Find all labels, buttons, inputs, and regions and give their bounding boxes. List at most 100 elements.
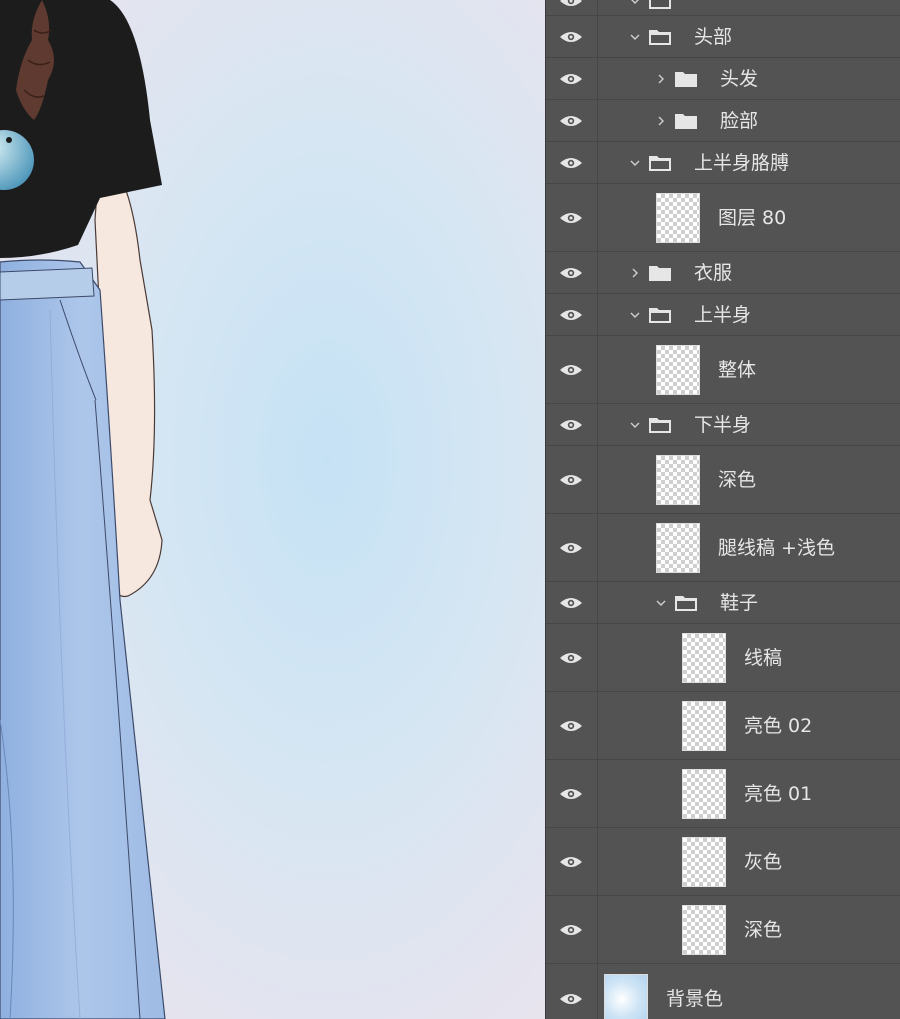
layer-thumbnail [656, 455, 700, 505]
visibility-toggle[interactable] [546, 896, 598, 963]
layer-row-lower-body[interactable]: 下半身 [546, 404, 900, 446]
visibility-toggle[interactable] [546, 692, 598, 759]
layer-row-upper-arm[interactable]: 上半身胳膊 [546, 142, 900, 184]
layer-name: 整体 [718, 359, 757, 381]
visibility-eye-icon[interactable] [559, 418, 583, 432]
layer-row-whole[interactable]: 整体 [546, 336, 900, 404]
layer-row-light02[interactable]: 亮色 02 [546, 692, 900, 760]
chevron-down-icon[interactable] [630, 420, 640, 430]
chevron-down-icon[interactable] [630, 0, 640, 6]
folder-open-icon [649, 0, 671, 9]
visibility-toggle[interactable] [546, 336, 598, 403]
visibility-toggle[interactable] [546, 294, 598, 335]
visibility-toggle[interactable] [546, 58, 598, 99]
canvas-artwork[interactable] [0, 0, 545, 1019]
layer-name: 背景色 [666, 988, 724, 1010]
layer-thumbnail [682, 633, 726, 683]
visibility-eye-icon[interactable] [559, 266, 583, 280]
layer-name: 图层 80 [718, 207, 787, 229]
visibility-toggle[interactable] [546, 446, 598, 513]
visibility-toggle[interactable] [546, 404, 598, 445]
visibility-eye-icon[interactable] [559, 72, 583, 86]
layer-row-hair[interactable]: 头发 [546, 58, 900, 100]
visibility-toggle[interactable] [546, 582, 598, 623]
layer-row-line[interactable]: 线稿 [546, 624, 900, 692]
visibility-eye-icon[interactable] [559, 156, 583, 170]
layer-row-light01[interactable]: 亮色 01 [546, 760, 900, 828]
visibility-toggle[interactable] [546, 964, 598, 1019]
chevron-down-icon[interactable] [630, 32, 640, 42]
chevron-right-icon[interactable] [656, 116, 666, 126]
folder-open-icon [649, 418, 671, 433]
folder-open-icon [649, 308, 671, 323]
visibility-eye-icon[interactable] [559, 30, 583, 44]
visibility-eye-icon[interactable] [559, 719, 583, 733]
visibility-eye-icon[interactable] [559, 992, 583, 1006]
layer-name: 上半身胳膊 [694, 152, 790, 174]
visibility-eye-icon[interactable] [559, 308, 583, 322]
layer-name: 腿线稿 +浅色 [718, 537, 835, 559]
visibility-eye-icon[interactable] [559, 855, 583, 869]
layer-row-clothes[interactable]: 衣服 [546, 252, 900, 294]
layer-thumbnail [682, 837, 726, 887]
layer-thumbnail [682, 769, 726, 819]
chevron-right-icon[interactable] [656, 74, 666, 84]
folder-open-icon [675, 596, 697, 611]
layer-name: 下半身 [694, 414, 752, 436]
visibility-eye-icon[interactable] [559, 923, 583, 937]
visibility-toggle[interactable] [546, 828, 598, 895]
folder-icon [649, 266, 671, 281]
layer-row-dark[interactable]: 深色 [546, 446, 900, 514]
visibility-eye-icon[interactable] [559, 211, 583, 225]
visibility-toggle[interactable] [546, 184, 598, 251]
visibility-toggle[interactable] [546, 16, 598, 57]
layers-panel: 头部 头发 脸部 上半身胳膊 图层 80 衣服 上半身 整体 下半身 深色 腿线稿 +浅色 鞋子 线稿亮… [545, 0, 900, 1019]
visibility-toggle[interactable] [546, 100, 598, 141]
layer-thumbnail [656, 523, 700, 573]
visibility-eye-icon[interactable] [559, 114, 583, 128]
layer-row-face[interactable]: 脸部 [546, 100, 900, 142]
layer-thumbnail [682, 905, 726, 955]
layer-row-layer80[interactable]: 图层 80 [546, 184, 900, 252]
chevron-right-icon[interactable] [630, 268, 640, 278]
layer-row-leg-line[interactable]: 腿线稿 +浅色 [546, 514, 900, 582]
visibility-toggle[interactable] [546, 252, 598, 293]
folder-icon [675, 72, 697, 87]
layer-row-head[interactable]: 头部 [546, 16, 900, 58]
layer-name: 亮色 01 [744, 783, 813, 805]
chevron-down-icon[interactable] [630, 310, 640, 320]
layer-name: 线稿 [744, 647, 783, 669]
layer-row-dark2[interactable]: 深色 [546, 896, 900, 964]
layer-row-upper-body[interactable]: 上半身 [546, 294, 900, 336]
layer-thumbnail [682, 701, 726, 751]
visibility-eye-icon[interactable] [559, 596, 583, 610]
folder-icon [675, 114, 697, 129]
visibility-toggle[interactable] [546, 142, 598, 183]
layer-name: 上半身 [694, 304, 752, 326]
visibility-eye-icon[interactable] [559, 541, 583, 555]
layer-thumbnail [656, 345, 700, 395]
visibility-toggle[interactable] [546, 514, 598, 581]
visibility-eye-icon[interactable] [559, 651, 583, 665]
visibility-eye-icon[interactable] [559, 363, 583, 377]
visibility-toggle[interactable] [546, 760, 598, 827]
layer-row-bgcolor[interactable]: 背景色 [546, 964, 900, 1019]
visibility-eye-icon[interactable] [559, 0, 583, 8]
visibility-eye-icon[interactable] [559, 787, 583, 801]
layer-name: 头部 [694, 26, 733, 48]
layer-row-shoes[interactable]: 鞋子 [546, 582, 900, 624]
layer-row-top-group[interactable] [546, 0, 900, 16]
illustration-figure [0, 0, 166, 1019]
layer-thumbnail [604, 974, 648, 1019]
visibility-eye-icon[interactable] [559, 473, 583, 487]
chevron-down-icon[interactable] [630, 158, 640, 168]
layer-name: 深色 [744, 919, 783, 941]
layer-row-gray[interactable]: 灰色 [546, 828, 900, 896]
layer-name: 深色 [718, 469, 757, 491]
layer-name: 亮色 02 [744, 715, 813, 737]
folder-open-icon [649, 30, 671, 45]
visibility-toggle[interactable] [546, 624, 598, 691]
layer-name: 脸部 [720, 110, 759, 132]
chevron-down-icon[interactable] [656, 598, 666, 608]
visibility-toggle[interactable] [546, 0, 598, 15]
